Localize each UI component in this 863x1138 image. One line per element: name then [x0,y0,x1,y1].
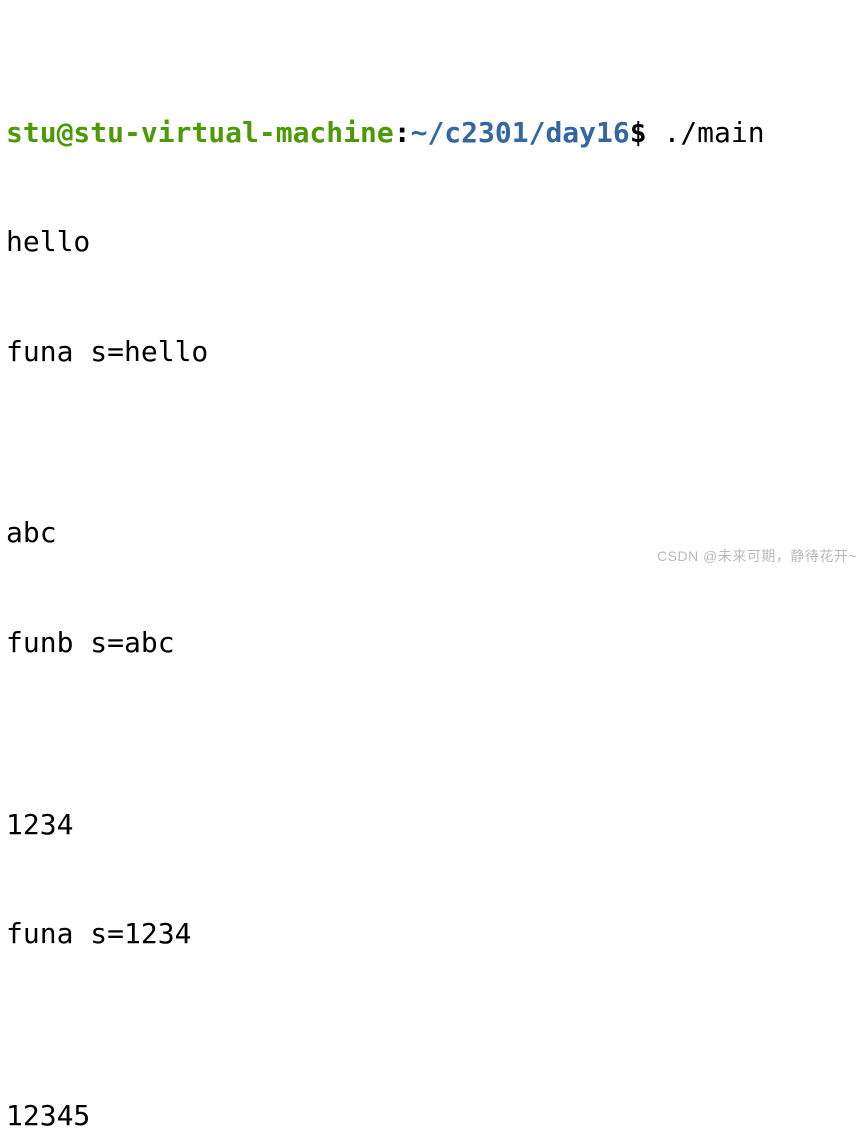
prompt-path: ~/c2301/day16 [411,116,630,149]
command-text: ./main [663,116,764,149]
prompt-line-1: stu@stu-virtual-machine:~/c2301/day16$ .… [6,79,857,152]
output-line: 12345 [6,1098,857,1134]
output-line: hello [6,224,857,260]
output-line: funa s=hello [6,334,857,370]
prompt-sep-colon: : [394,116,411,149]
prompt-user: stu@stu-virtual-machine [6,116,394,149]
output-line: funb s=abc [6,625,857,661]
terminal[interactable]: stu@stu-virtual-machine:~/c2301/day16$ .… [6,6,857,1138]
output-line: funa s=1234 [6,916,857,952]
prompt-sep-dollar: $ [630,116,664,149]
output-line: 1234 [6,807,857,843]
output-line: abc [6,515,857,551]
